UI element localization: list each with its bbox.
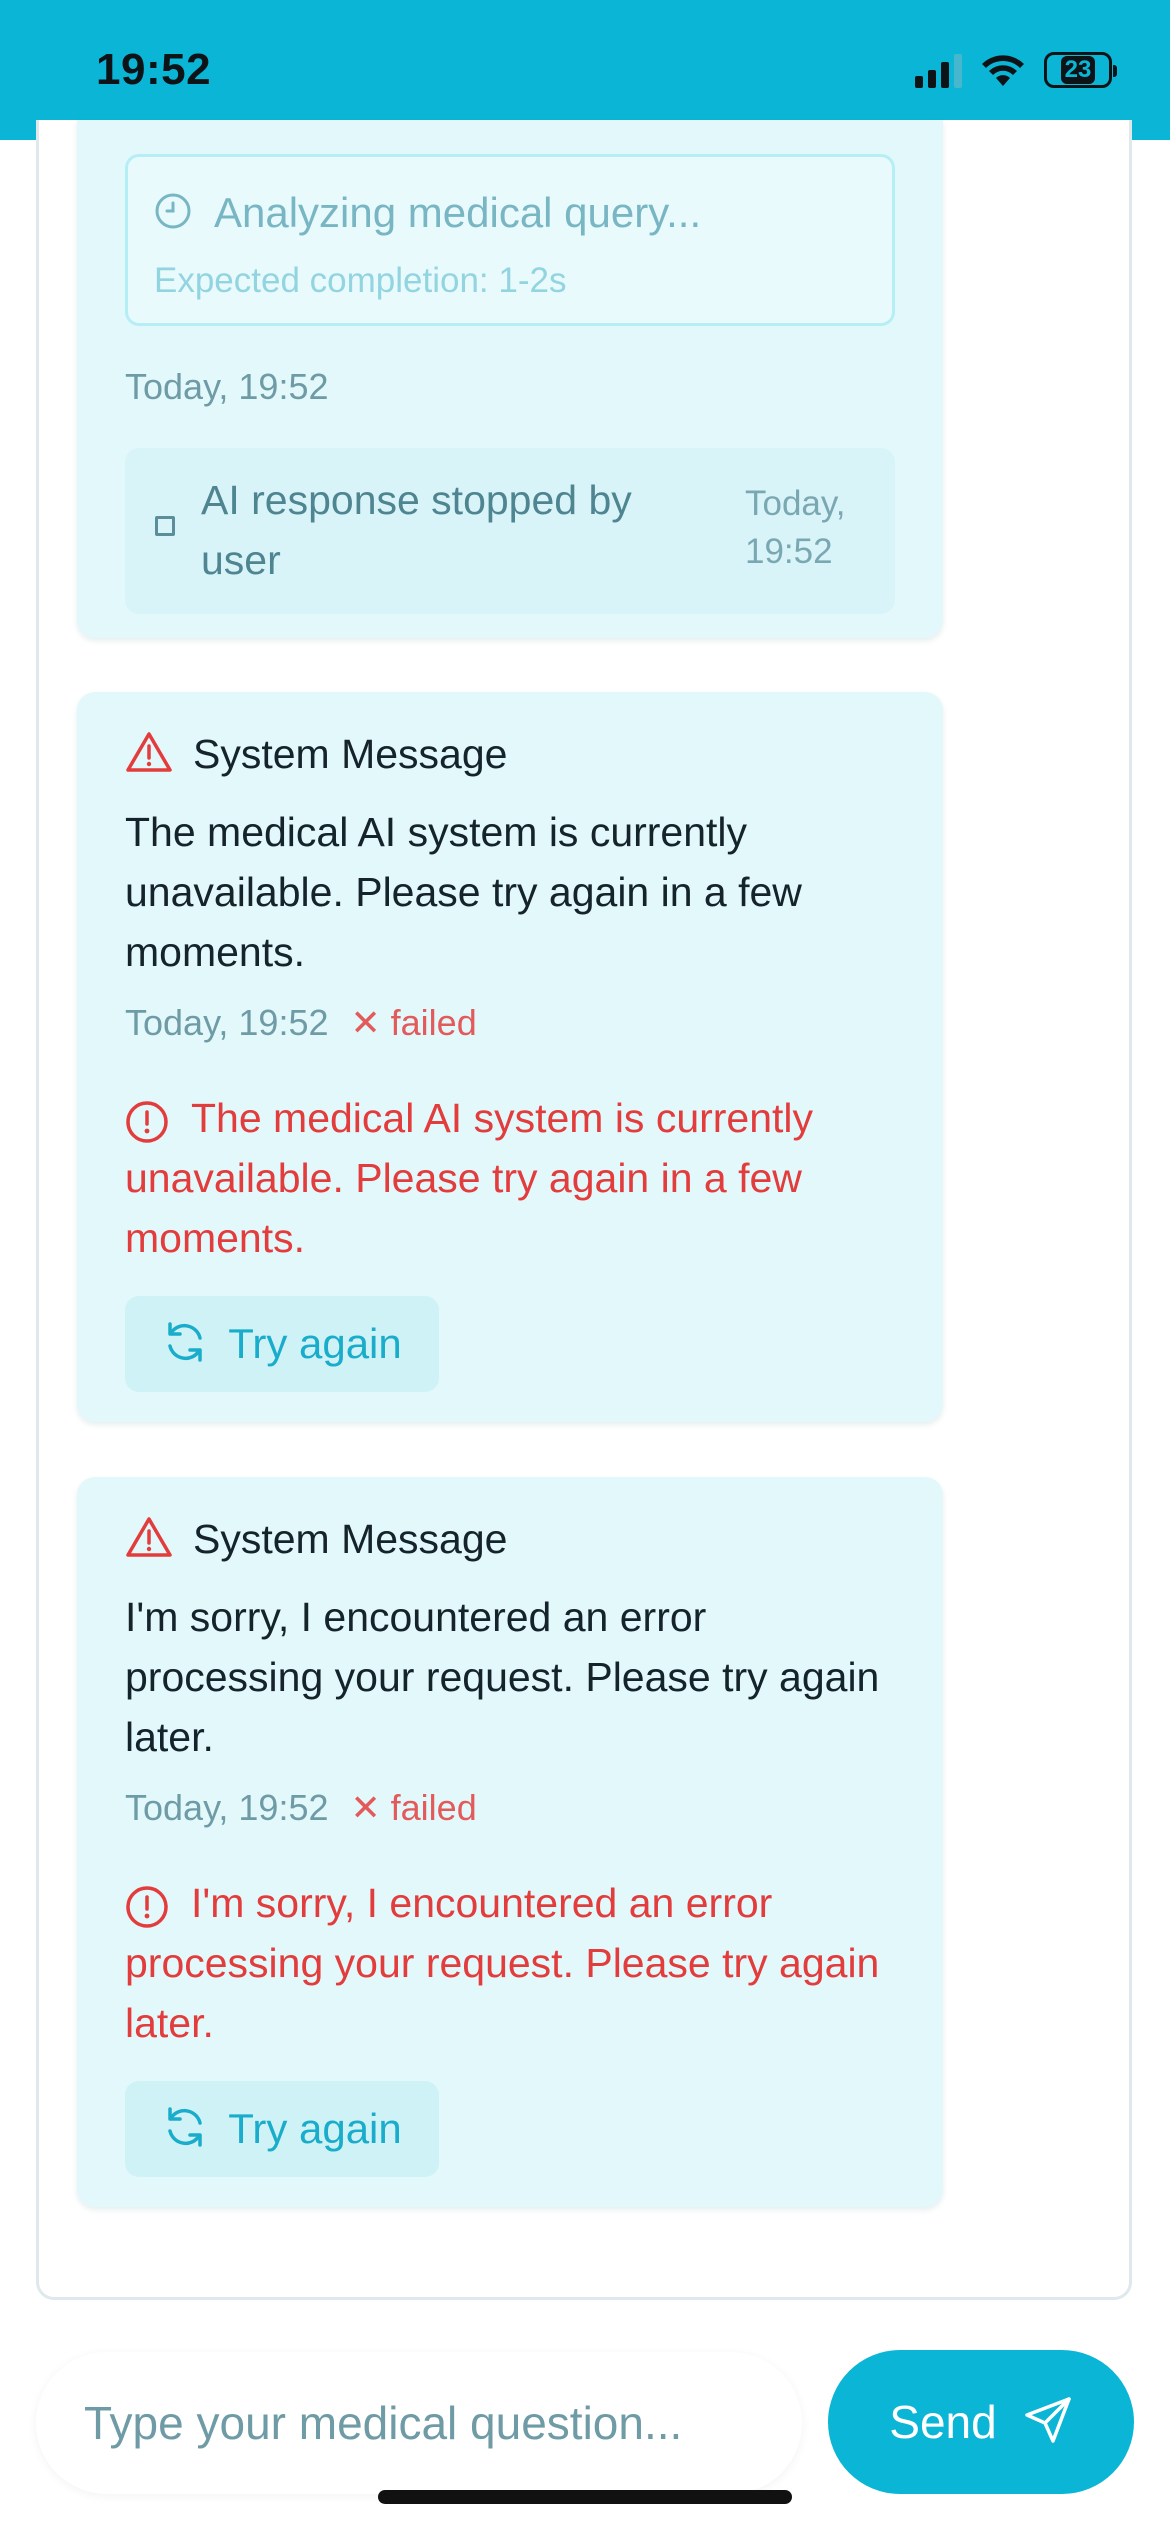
analyzing-label: Analyzing medical query...	[214, 189, 702, 236]
message-meta: Today, 19:52 ✕ failed	[125, 1787, 477, 1829]
ai-message-card: Analyzing medical query... Expected comp…	[77, 120, 943, 638]
warning-icon	[125, 1515, 173, 1564]
failed-label: failed	[390, 1002, 477, 1043]
system-message-body: I'm sorry, I encountered an error proces…	[125, 1594, 880, 1760]
system-message-header: System Message	[125, 730, 507, 779]
stopped-timestamp: Today, 19:52	[745, 484, 846, 571]
try-again-label: Try again	[228, 1320, 402, 1367]
clock-icon	[154, 192, 192, 235]
battery-icon: 23	[1044, 52, 1117, 88]
message-meta: Today, 19:52 ✕ failed	[125, 1002, 477, 1044]
failed-status: ✕ failed	[350, 1002, 476, 1044]
try-again-label: Try again	[228, 2105, 402, 2152]
send-icon	[1023, 2395, 1073, 2450]
x-icon: ✕	[350, 1787, 391, 1828]
system-message-header: System Message	[125, 1515, 507, 1564]
stopped-notice: AI response stopped by user Today, 19:52	[125, 448, 895, 614]
message-timestamp: Today, 19:52	[125, 366, 329, 407]
expected-completion: Expected completion: 1-2s	[154, 261, 567, 300]
error-message: The medical AI system is currently unava…	[125, 1095, 814, 1261]
battery-level: 23	[1060, 56, 1096, 84]
refresh-icon	[162, 1319, 208, 1370]
system-message-body: The medical AI system is currently unava…	[125, 809, 802, 975]
try-again-button[interactable]: Try again	[125, 2081, 439, 2177]
stop-icon	[155, 516, 175, 536]
refresh-icon	[162, 2104, 208, 2155]
error-message: I'm sorry, I encountered an error proces…	[125, 1880, 880, 2046]
warning-icon	[125, 730, 173, 779]
system-message-card: System Message The medical AI system is …	[77, 692, 943, 1422]
failed-label: failed	[390, 1787, 477, 1828]
try-again-button[interactable]: Try again	[125, 1296, 439, 1392]
message-input[interactable]	[36, 2352, 802, 2494]
system-message-title: System Message	[193, 1516, 508, 1562]
chat-container[interactable]: Analyzing medical query... Expected comp…	[36, 120, 1132, 2300]
analyzing-indicator: Analyzing medical query... Expected comp…	[125, 154, 895, 326]
send-button[interactable]: Send	[828, 2350, 1134, 2494]
system-message-title: System Message	[193, 731, 508, 777]
status-time: 19:52	[96, 45, 212, 94]
stopped-label: AI response stopped by user	[201, 477, 632, 583]
analyzing-row: Analyzing medical query...	[154, 189, 701, 237]
status-bar: 19:52 23	[0, 0, 1170, 140]
send-label: Send	[889, 2396, 997, 2448]
system-message-card: System Message I'm sorry, I encountered …	[77, 1477, 943, 2207]
wifi-icon	[980, 52, 1026, 88]
home-indicator[interactable]	[378, 2490, 792, 2504]
message-timestamp: Today, 19:52	[125, 1002, 329, 1043]
cellular-signal-icon	[915, 52, 962, 88]
x-icon: ✕	[350, 1002, 391, 1043]
failed-status: ✕ failed	[350, 1787, 476, 1829]
message-timestamp: Today, 19:52	[125, 1787, 329, 1828]
status-icons: 23	[915, 52, 1117, 88]
